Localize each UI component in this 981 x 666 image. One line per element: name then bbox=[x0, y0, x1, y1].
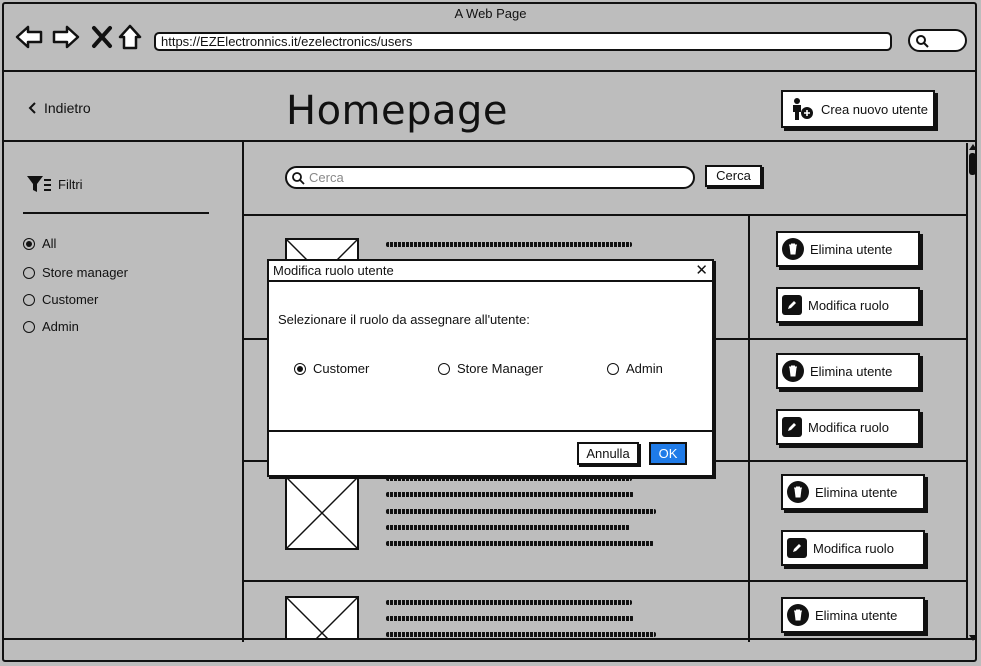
back-link[interactable]: Indietro bbox=[28, 100, 91, 116]
actions-column-divider bbox=[748, 214, 750, 642]
user-info-text bbox=[386, 509, 656, 514]
user-image-placeholder bbox=[285, 476, 359, 550]
filters-label: Filtri bbox=[58, 176, 83, 192]
user-info-text bbox=[386, 541, 654, 546]
user-info-text bbox=[386, 632, 656, 637]
edit-pencil-icon bbox=[782, 295, 802, 315]
browser-search-field[interactable] bbox=[908, 29, 967, 52]
dialog-title: Modifica ruolo utente bbox=[269, 261, 712, 282]
table-row bbox=[242, 462, 748, 580]
filter-icon bbox=[27, 176, 51, 192]
role-option-label: Store Manager bbox=[457, 361, 543, 376]
role-option-label: Admin bbox=[626, 361, 663, 376]
user-info-text bbox=[386, 616, 634, 621]
delete-user-label: Elimina utente bbox=[815, 484, 898, 500]
user-info-text bbox=[386, 492, 634, 497]
page-title: Homepage bbox=[286, 88, 509, 134]
add-user-icon bbox=[793, 98, 813, 120]
trash-icon bbox=[782, 238, 804, 260]
search-input[interactable]: Cerca bbox=[285, 166, 695, 189]
address-bar[interactable]: https://EZElectronnics.it/ezelectronics/… bbox=[154, 32, 892, 51]
user-image-placeholder bbox=[285, 596, 359, 638]
trash-icon bbox=[787, 481, 809, 503]
filter-option-admin[interactable]: Admin bbox=[23, 319, 79, 334]
radio-selected-icon[interactable] bbox=[294, 362, 306, 375]
edit-role-label: Modifica ruolo bbox=[808, 419, 889, 435]
table-row bbox=[242, 582, 748, 638]
filter-option-label: Admin bbox=[42, 319, 79, 334]
status-bar-divider bbox=[2, 638, 977, 640]
edit-role-button[interactable]: Modifica ruolo bbox=[776, 409, 920, 445]
header-divider bbox=[2, 140, 977, 142]
role-option-store-manager[interactable]: Store Manager bbox=[438, 361, 543, 376]
edit-pencil-icon bbox=[787, 538, 807, 558]
radio-icon[interactable] bbox=[607, 362, 619, 375]
delete-user-label: Elimina utente bbox=[815, 607, 898, 623]
forward-arrow-icon[interactable] bbox=[51, 22, 81, 52]
search-icon bbox=[916, 35, 929, 48]
create-user-button[interactable]: Crea nuovo utente bbox=[781, 90, 935, 128]
filter-option-label: Customer bbox=[42, 292, 99, 307]
home-icon[interactable] bbox=[116, 22, 146, 52]
radio-icon[interactable] bbox=[23, 266, 35, 279]
trash-icon bbox=[782, 360, 804, 382]
radio-selected-icon[interactable] bbox=[23, 237, 35, 250]
search-icon bbox=[292, 171, 305, 185]
filter-option-label: All bbox=[42, 236, 57, 251]
back-arrow-icon[interactable] bbox=[14, 22, 44, 52]
delete-user-button[interactable]: Elimina utente bbox=[781, 597, 925, 633]
filter-option-customer[interactable]: Customer bbox=[23, 292, 98, 307]
radio-icon[interactable] bbox=[438, 362, 450, 375]
edit-role-button[interactable]: Modifica ruolo bbox=[776, 287, 920, 323]
delete-user-label: Elimina utente bbox=[810, 363, 893, 379]
user-info-text bbox=[386, 242, 632, 247]
radio-icon[interactable] bbox=[23, 320, 35, 333]
edit-pencil-icon bbox=[782, 417, 802, 437]
delete-user-label: Elimina utente bbox=[810, 241, 893, 257]
trash-icon bbox=[787, 604, 809, 626]
scroll-up-icon[interactable] bbox=[968, 143, 978, 151]
dialog-footer-divider bbox=[269, 430, 712, 432]
close-x-icon[interactable] bbox=[88, 22, 118, 52]
edit-role-button[interactable]: Modifica ruolo bbox=[781, 530, 925, 566]
cancel-button[interactable]: Annulla bbox=[577, 442, 639, 465]
vertical-scrollbar[interactable] bbox=[966, 143, 978, 641]
delete-user-button[interactable]: Elimina utente bbox=[781, 474, 925, 510]
user-info-text bbox=[386, 600, 632, 605]
create-user-label: Crea nuovo utente bbox=[821, 101, 928, 117]
back-label: Indietro bbox=[44, 100, 91, 116]
radio-icon[interactable] bbox=[23, 293, 35, 306]
filter-option-all[interactable]: All bbox=[23, 236, 56, 251]
delete-user-button[interactable]: Elimina utente bbox=[776, 353, 920, 389]
chevron-left-icon bbox=[28, 102, 36, 114]
window-title: A Web Page bbox=[454, 6, 527, 21]
edit-role-label: Modifica ruolo bbox=[808, 297, 889, 313]
role-option-label: Customer bbox=[313, 361, 370, 376]
ok-button[interactable]: OK bbox=[649, 442, 687, 465]
close-icon[interactable]: ✕ bbox=[695, 261, 708, 280]
role-option-admin[interactable]: Admin bbox=[607, 361, 663, 376]
edit-role-dialog: Modifica ruolo utente ✕ Selezionare il r… bbox=[267, 259, 714, 477]
filter-option-store-manager[interactable]: Store manager bbox=[23, 265, 128, 280]
edit-role-label: Modifica ruolo bbox=[813, 540, 894, 556]
filter-option-label: Store manager bbox=[42, 265, 128, 280]
filters-divider bbox=[23, 212, 209, 214]
search-placeholder: Cerca bbox=[309, 170, 344, 185]
scrollbar-thumb[interactable] bbox=[969, 153, 976, 175]
delete-user-button[interactable]: Elimina utente bbox=[776, 231, 920, 267]
user-info-text bbox=[386, 525, 630, 530]
filters-header: Filtri bbox=[26, 174, 83, 194]
dialog-prompt: Selezionare il ruolo da assegnare all'ut… bbox=[278, 312, 530, 327]
search-button[interactable]: Cerca bbox=[705, 165, 762, 187]
role-option-customer[interactable]: Customer bbox=[294, 361, 369, 376]
